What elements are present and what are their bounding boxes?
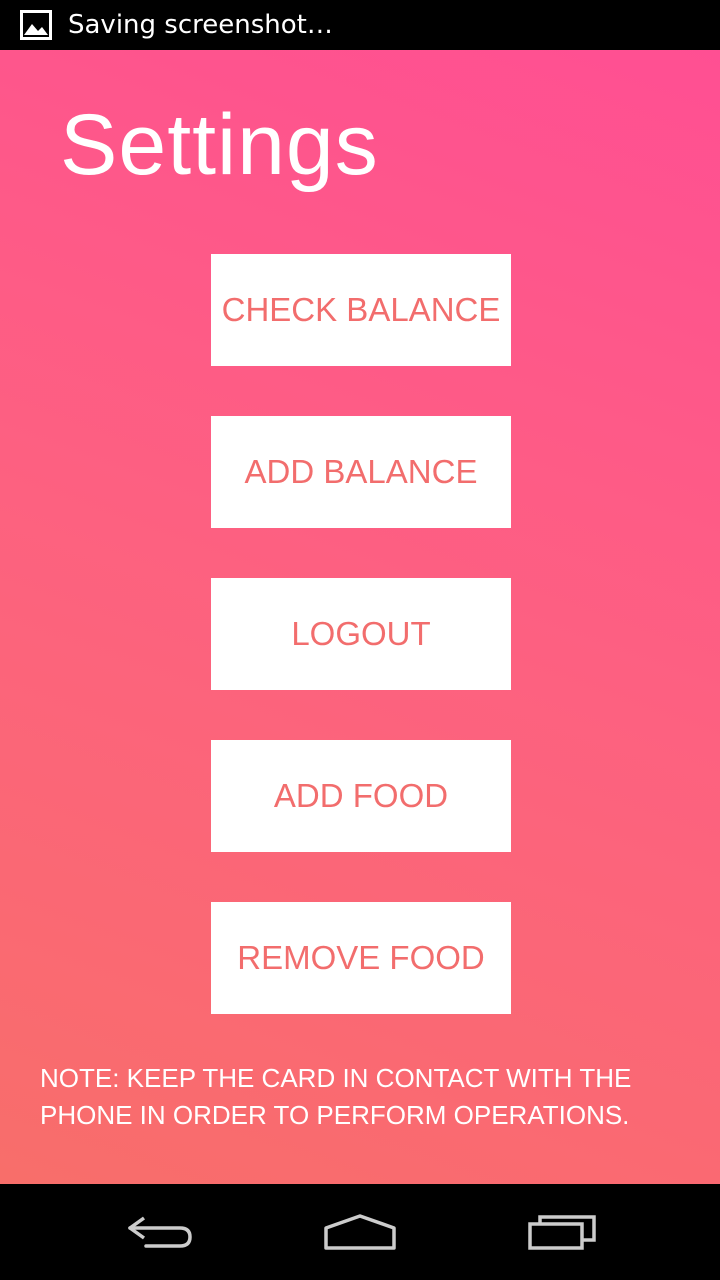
home-icon[interactable]: [310, 1204, 410, 1260]
status-notification-text: Saving screenshot…: [68, 10, 333, 40]
recents-icon[interactable]: [512, 1204, 612, 1260]
page-title: Settings: [60, 97, 379, 193]
note-text: NOTE: KEEP THE CARD IN CONTACT WITH THE …: [40, 1063, 632, 1130]
add-balance-button[interactable]: ADD BALANCE: [211, 416, 511, 528]
add-food-button[interactable]: ADD FOOD: [211, 740, 511, 852]
navigation-bar: [0, 1184, 720, 1280]
image-icon: [19, 10, 53, 40]
settings-screen: Settings CHECK BALANCE ADD BALANCE LOGOU…: [0, 50, 720, 1184]
status-bar: Saving screenshot…: [0, 0, 720, 50]
check-balance-button[interactable]: CHECK BALANCE: [211, 254, 511, 366]
back-icon[interactable]: [110, 1204, 210, 1260]
remove-food-button[interactable]: REMOVE FOOD: [211, 902, 511, 1014]
logout-button[interactable]: LOGOUT: [211, 578, 511, 690]
